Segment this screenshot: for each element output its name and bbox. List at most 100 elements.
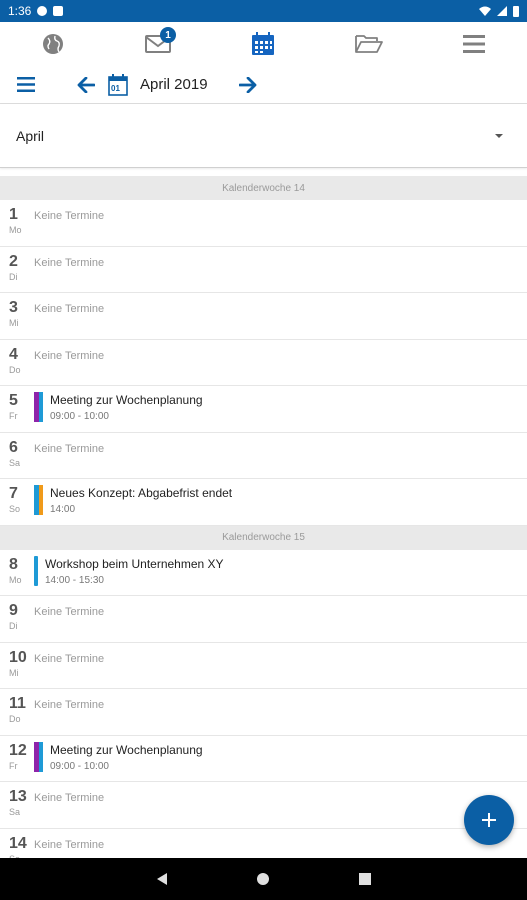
day-row[interactable]: 5 Fr Meeting zur Wochenplanung 09:00 - 10:0… <box>0 386 527 433</box>
recent-apps-icon[interactable] <box>358 873 371 885</box>
day-label: 2 Di <box>0 247 34 283</box>
day-row[interactable]: 2 Di Keine Termine <box>0 247 527 293</box>
day-number: 1 <box>9 206 18 223</box>
nav-menu[interactable] <box>450 24 498 64</box>
day-row[interactable]: 9 Di Keine Termine <box>0 596 527 643</box>
globe-icon <box>42 34 63 54</box>
day-number: 13 <box>9 788 27 805</box>
weekday: Fr <box>9 760 18 771</box>
event-color-bar <box>34 555 38 586</box>
day-label: 3 Mi <box>0 293 34 329</box>
event-title: Neues Konzept: Abgabefrist endet <box>50 486 233 500</box>
day-number: 10 <box>9 648 27 666</box>
no-events-label: Keine Termine <box>34 652 105 665</box>
wifi-icon <box>479 6 491 16</box>
month-dropdown-value: April <box>16 127 45 144</box>
event-color-bar <box>34 392 43 422</box>
day-label: 12 Fr <box>0 736 34 772</box>
day-number: 2 <box>9 252 18 270</box>
weekday: Mo <box>9 574 22 585</box>
signal-icon <box>497 6 507 16</box>
day-row[interactable]: 4 Do Keine Termine <box>0 340 527 386</box>
back-icon[interactable] <box>156 873 167 885</box>
day-row[interactable]: 6 Sa Keine Termine <box>0 433 527 479</box>
event-time: 14:00 - 15:30 <box>45 574 104 586</box>
month-title: April 2019 <box>140 76 208 93</box>
calendar-toolbar: 01 April 2019 <box>0 66 527 104</box>
weekday: Mi <box>9 318 19 328</box>
event-item[interactable]: Neues Konzept: Abgabefrist endet 14:00 <box>34 479 232 517</box>
day-number: 8 <box>9 555 18 573</box>
sd-card-icon <box>53 6 64 16</box>
month-dropdown[interactable]: April <box>0 104 527 168</box>
event-item[interactable]: Meeting zur Wochenplanung 09:00 - 10:00 <box>34 386 203 424</box>
day-label: 10 Mi <box>0 643 34 679</box>
weekday: Mo <box>9 225 22 235</box>
no-events-label: Keine Termine <box>34 606 105 618</box>
no-events-label: Keine Termine <box>34 792 105 804</box>
day-label: 5 Fr <box>0 386 34 422</box>
event-item[interactable]: Meeting zur Wochenplanung 09:00 - 10:00 <box>34 736 203 774</box>
no-events-label: Keine Termine <box>34 838 105 851</box>
nav-globe[interactable] <box>29 24 77 64</box>
event-item[interactable]: Workshop beim Unternehmen XY 14:00 - 15:3… <box>34 550 224 588</box>
previous-month-button[interactable] <box>66 76 106 93</box>
mail-badge: 1 <box>160 27 177 43</box>
weekday: So <box>9 504 21 514</box>
event-title: Meeting zur Wochenplanung <box>50 742 203 757</box>
no-events-label: Keine Termine <box>34 210 105 222</box>
day-list[interactable]: Kalenderwoche 14 1 Mo Keine Termine 2 Di Keine… <box>0 176 527 858</box>
event-time: 14:00 <box>50 504 76 515</box>
weekday: Do <box>9 364 21 375</box>
day-number: 6 <box>9 438 18 456</box>
home-icon[interactable] <box>256 873 269 885</box>
nav-calendar[interactable] <box>239 24 287 64</box>
event-title: Meeting zur Wochenplanung <box>50 393 203 407</box>
day-label: 6 Sa <box>0 433 34 469</box>
day-row[interactable]: 3 Mi Keine Termine <box>0 293 527 340</box>
day-row[interactable]: 1 Mo Keine Termine <box>0 200 527 247</box>
day-label: 11 Do <box>0 689 34 725</box>
day-number: 7 <box>9 485 18 502</box>
day-label: 4 Do <box>0 340 34 376</box>
calendar-day-number: 01 <box>111 83 120 93</box>
system-navigation-bar <box>0 858 527 900</box>
no-events-label: Keine Termine <box>34 256 105 269</box>
no-events-label: Keine Termine <box>34 349 105 362</box>
weekday: Di <box>9 621 18 631</box>
day-row[interactable]: 8 Mo Workshop beim Unternehmen XY 14:00 - 1… <box>0 550 527 596</box>
add-event-button[interactable] <box>464 795 514 845</box>
week-header: Kalenderwoche 14 <box>0 176 527 200</box>
weekday: Sa <box>9 457 21 468</box>
event-time: 09:00 - 10:00 <box>50 760 109 772</box>
plus-icon <box>482 813 496 827</box>
event-color-bar <box>34 485 43 515</box>
day-number: 14 <box>9 834 27 852</box>
no-events-label: Keine Termine <box>34 699 105 711</box>
status-time: 1:36 <box>8 4 32 18</box>
day-row[interactable]: 11 Do Keine Termine <box>0 689 527 736</box>
day-label: 9 Di <box>0 596 34 632</box>
day-row[interactable]: 14SoKeine Termine <box>0 829 527 859</box>
day-row[interactable]: 10 Mi Keine Termine <box>0 643 527 689</box>
battery-icon <box>513 5 519 17</box>
notification-icon <box>37 6 48 16</box>
nav-mail[interactable]: 1 <box>134 24 182 64</box>
arrow-right-icon <box>238 76 256 93</box>
day-row[interactable]: 7 So Neues Konzept: Abgabefrist endet 14:00 <box>0 479 527 526</box>
day-row[interactable]: 12 Fr Meeting zur Wochenplanung 09:00 - 10:… <box>0 736 527 782</box>
hamburger-icon <box>17 77 35 92</box>
arrow-left-icon <box>77 76 95 93</box>
today-button[interactable]: 01 <box>106 73 130 96</box>
chevron-down-icon <box>495 133 503 138</box>
weekday: Di <box>9 271 18 282</box>
no-events-label: Keine Termine <box>34 303 105 315</box>
event-time: 09:00 - 10:00 <box>50 411 109 422</box>
day-row[interactable]: 13 Sa Keine Termine <box>0 782 527 829</box>
day-number: 11 <box>9 695 26 712</box>
day-number: 4 <box>9 345 18 363</box>
next-month-button[interactable] <box>228 76 268 93</box>
drawer-button[interactable] <box>6 77 46 92</box>
day-number: 9 <box>9 602 18 619</box>
nav-folder[interactable] <box>345 24 393 64</box>
